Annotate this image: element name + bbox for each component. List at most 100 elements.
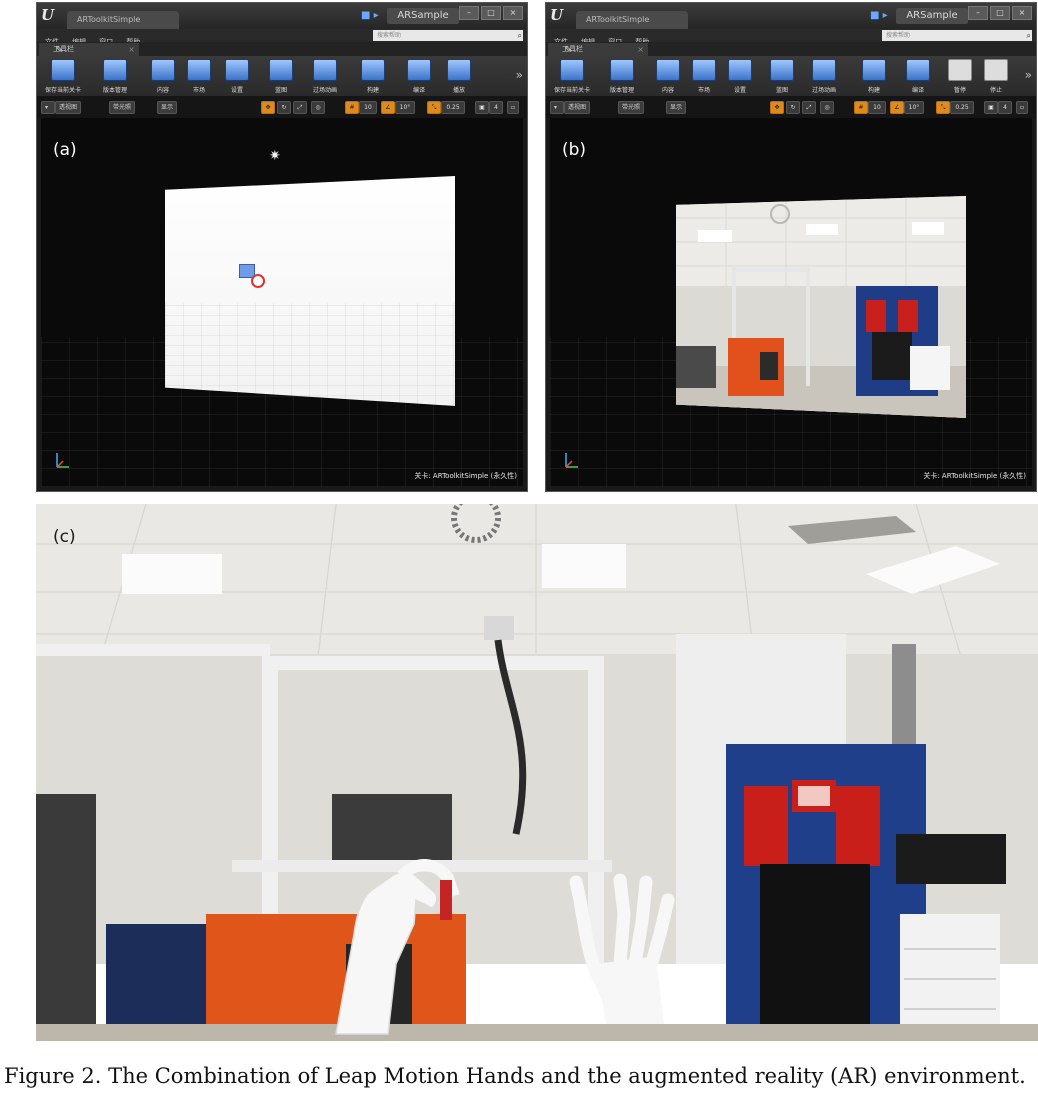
tab-toolbar[interactable]: ✎ 工具栏 × (548, 43, 648, 56)
close-icon[interactable]: × (114, 43, 135, 56)
source-control-label: 版本管理 (102, 87, 127, 94)
settings-label: 设置 (733, 87, 746, 94)
play-label: 播放 (452, 87, 465, 94)
title-bar: U ARToolkitSimple ■ ▸ ARSample – □ × (37, 3, 527, 29)
ar-background-plane[interactable] (165, 176, 455, 406)
lit-button[interactable]: 带光照 (618, 101, 645, 114)
camera-feed-plane[interactable] (676, 196, 966, 418)
blueprints-button[interactable]: 蓝图 (760, 59, 804, 94)
scale-tool-icon[interactable]: ⤢ (802, 101, 816, 114)
scale-snap-value[interactable]: 0.25 (441, 101, 465, 114)
clapper-icon (812, 59, 836, 81)
grid-snap-icon[interactable]: # (345, 101, 359, 114)
scale-snap-icon[interactable]: ⤡ (427, 101, 441, 114)
build-icon (361, 59, 385, 81)
perspective-button[interactable]: 透视图 (55, 101, 82, 114)
viewport-options-button[interactable]: ▾ (550, 101, 564, 114)
level-viewport[interactable]: (b) 关卡: ARToolkitSimple (永久性) (550, 118, 1032, 487)
search-icon[interactable]: ⌕ (514, 30, 522, 41)
search-input[interactable]: 搜索帮助 ⌕ (373, 30, 523, 41)
clapper-icon (313, 59, 337, 81)
maximize-button[interactable]: □ (481, 6, 501, 20)
grid-snap-value[interactable]: 10 (359, 101, 377, 114)
show-button[interactable]: 显示 (666, 101, 687, 114)
scale-snap-icon[interactable]: ⤡ (936, 101, 950, 114)
blueprints-button[interactable]: 蓝图 (259, 59, 303, 94)
level-viewport[interactable]: (a) ✷ 关卡: ARToolkitSimple (永久性) (41, 118, 523, 487)
source-control-button[interactable]: 版本管理 (93, 59, 137, 94)
compile-button[interactable]: 编译 (397, 59, 441, 94)
camera-speed-value[interactable]: 4 (489, 101, 503, 114)
rotation-snap-icon[interactable]: ∠ (381, 101, 395, 114)
chevron-right-icon[interactable]: » (1025, 68, 1032, 82)
viewport-toolbar: ▾ 透视图 带光照 显示 ✥ ↻ ⤢ ◎ # 10 ∠ 10° ⤡ 0.25 ▣… (37, 96, 527, 118)
rotation-snap-value[interactable]: 10° (395, 101, 415, 114)
close-button[interactable]: × (1012, 6, 1032, 20)
figure-caption-text: Figure 2. The Combination of Leap Motion… (4, 1064, 1026, 1088)
search-icon[interactable]: ⌕ (1023, 30, 1031, 41)
scale-snap-value[interactable]: 0.25 (950, 101, 974, 114)
rotation-snap-value[interactable]: 10° (904, 101, 924, 114)
light-source-icon[interactable]: ✷ (269, 148, 281, 164)
tab-toolbar[interactable]: ✎ 工具栏 × (39, 43, 139, 56)
source-control-button[interactable]: 版本管理 (600, 59, 644, 94)
save-level-button[interactable]: 保存当前关卡 (550, 59, 594, 94)
camera-speed-icon[interactable]: ▣ (984, 101, 998, 114)
notification-icon[interactable]: ■ ▸ (361, 10, 379, 21)
chevron-right-icon[interactable]: » (516, 68, 523, 82)
settings-button[interactable]: 设置 (718, 59, 762, 94)
compile-button[interactable]: 编译 (896, 59, 940, 94)
save-level-button[interactable]: 保存当前关卡 (41, 59, 85, 94)
toolbar-tab-strip: ✎ 工具栏 × (546, 42, 1036, 56)
translate-tool-icon[interactable]: ✥ (770, 101, 784, 114)
level-tab[interactable]: ARToolkitSimple (67, 11, 179, 29)
save-level-label: 保存当前关卡 (44, 87, 81, 94)
translate-tool-icon[interactable]: ✥ (261, 101, 275, 114)
pause-label: 暂停 (953, 87, 966, 94)
main-toolbar: 保存当前关卡 版本管理 内容 市场 设置 蓝图 过场动画 构建 编译 播放 » (37, 56, 527, 96)
level-tab[interactable]: ARToolkitSimple (576, 11, 688, 29)
toolbar-tab-strip: ✎ 工具栏 × (37, 42, 527, 56)
cinematics-label: 过场动画 (312, 87, 337, 94)
maximize-viewport-icon[interactable]: ▫ (507, 101, 519, 114)
show-button[interactable]: 显示 (157, 101, 178, 114)
pause-icon (948, 59, 972, 81)
grid-snap-value[interactable]: 10 (868, 101, 886, 114)
rotate-tool-icon[interactable]: ↻ (786, 101, 800, 114)
search-input[interactable]: 搜索帮助 ⌕ (882, 30, 1032, 41)
maximize-viewport-icon[interactable]: ▫ (1016, 101, 1028, 114)
cinematics-button[interactable]: 过场动画 (303, 59, 347, 94)
perspective-button[interactable]: 透视图 (564, 101, 591, 114)
play-button[interactable]: 播放 (437, 59, 481, 94)
build-button[interactable]: 构建 (351, 59, 395, 94)
rotate-tool-icon[interactable]: ↻ (277, 101, 291, 114)
pause-button[interactable]: 暂停 (942, 59, 978, 94)
minimize-button[interactable]: – (968, 6, 988, 20)
cinematics-button[interactable]: 过场动画 (802, 59, 846, 94)
settings-button[interactable]: 设置 (215, 59, 259, 94)
play-icon (447, 59, 471, 81)
close-icon[interactable]: × (623, 43, 644, 56)
world-icon[interactable]: ◎ (820, 101, 834, 114)
scale-tool-icon[interactable]: ⤢ (293, 101, 307, 114)
maximize-button[interactable]: □ (990, 6, 1010, 20)
level-status: 关卡: ARToolkitSimple (永久性) (414, 472, 517, 480)
search-placeholder: 搜索帮助 (377, 32, 402, 39)
close-button[interactable]: × (503, 6, 523, 20)
rotation-snap-icon[interactable]: ∠ (890, 101, 904, 114)
camera-speed-icon[interactable]: ▣ (475, 101, 489, 114)
minimize-button[interactable]: – (459, 6, 479, 20)
notification-icon[interactable]: ■ ▸ (870, 10, 888, 21)
world-icon[interactable]: ◎ (311, 101, 325, 114)
build-button[interactable]: 构建 (852, 59, 896, 94)
cinematics-label: 过场动画 (811, 87, 836, 94)
player-start-icon[interactable] (251, 274, 265, 288)
grid-snap-icon[interactable]: # (854, 101, 868, 114)
window-controls: – □ × (459, 6, 523, 20)
camera-speed-value[interactable]: 4 (998, 101, 1012, 114)
search-placeholder: 搜索帮助 (886, 32, 911, 39)
ar-headset-view-photo: (c) (36, 504, 1038, 1041)
stop-button[interactable]: 停止 (978, 59, 1014, 94)
lit-button[interactable]: 带光照 (109, 101, 136, 114)
viewport-options-button[interactable]: ▾ (41, 101, 55, 114)
